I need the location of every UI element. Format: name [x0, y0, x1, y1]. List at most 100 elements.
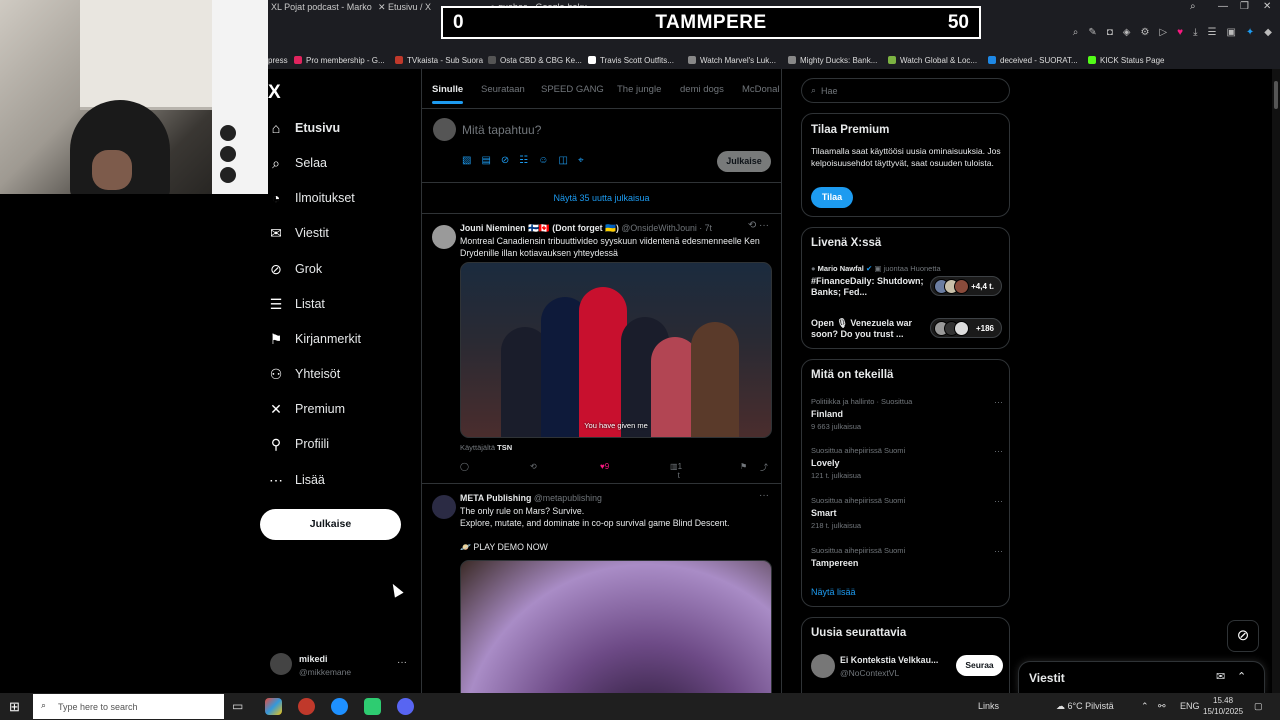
settings-icon[interactable]: ⚙ — [1140, 27, 1149, 38]
language-indicator[interactable]: ENG — [1180, 701, 1200, 711]
bookmark[interactable]: KICK Status Page — [1088, 56, 1164, 65]
composer-post-button[interactable]: Julkaise — [717, 151, 771, 172]
puzzle-icon[interactable]: ◆ — [1264, 27, 1272, 38]
x-logo-icon[interactable]: X — [268, 82, 281, 104]
follow-suggestion[interactable]: Ei Kontekstia Velkkau... @NoContextVL Se… — [811, 652, 1003, 682]
discord-icon[interactable] — [397, 698, 414, 715]
more-icon[interactable]: ··· — [397, 657, 407, 668]
composer-input[interactable]: Mitä tapahtuu? — [462, 123, 541, 137]
nav-profile[interactable]: ⚲ Profiili — [268, 431, 329, 457]
bookmark[interactable]: Mighty Ducks: Bank... — [788, 56, 877, 65]
trend-item[interactable]: Suosittua aihepiirissä Suomi Lovely 121 t.… — [811, 446, 1003, 480]
schedule-icon[interactable]: ◫ — [558, 155, 567, 166]
shield-icon[interactable]: ◈ — [1123, 27, 1131, 38]
bookmark[interactable]: Osta CBD & CBG Ke... — [488, 56, 582, 65]
tweet-image[interactable] — [460, 560, 772, 693]
close-icon[interactable]: ✕ — [1263, 1, 1271, 12]
tab-following[interactable]: Seurataan — [481, 84, 525, 95]
show-new-posts[interactable]: Näytä 35 uutta julkaisua — [422, 183, 781, 214]
avatar[interactable] — [811, 654, 835, 678]
bookmark-icon[interactable]: ⚑ — [740, 462, 747, 471]
tab-the-jungle[interactable]: The jungle — [617, 84, 661, 95]
live-space-row[interactable]: Open 🎙 Venezuela war soon? Do you trust … — [811, 318, 1006, 340]
subscribe-button[interactable]: Tilaa — [811, 187, 853, 208]
nav-bookmarks[interactable]: ⚑ Kirjanmerkit — [268, 326, 361, 352]
tweet-video[interactable]: You have given me — [460, 262, 772, 438]
views-button[interactable]: ▥ 1 t — [670, 462, 682, 480]
tweet[interactable]: Jouni Nieminen 🇫🇮🇨🇦 (Dont forget 🇺🇦) @On… — [422, 214, 781, 484]
bookmark[interactable]: Travis Scott Outfits... — [588, 56, 674, 65]
bookmark[interactable]: TVkaista - Sub Suora — [395, 56, 483, 65]
trend-item[interactable]: Suosittua aihepiirissä Suomi Smart 218 t. … — [811, 496, 1003, 530]
bookmark[interactable]: press — [268, 56, 288, 65]
play-icon[interactable]: ▷ — [1159, 27, 1167, 38]
trend-item[interactable]: Politiikka ja hallinto · Suosittua Finlan… — [811, 397, 1003, 431]
taskbar-search[interactable]: ⌕ Type here to search — [33, 694, 224, 719]
account-switcher[interactable]: mikedi @mikkemane ··· — [268, 651, 412, 681]
reply-icon[interactable]: ◯ — [460, 462, 469, 471]
bookmark[interactable]: Watch Marvel's Luk... — [688, 56, 776, 65]
bookmark[interactable]: deceived - SUORAT... — [988, 56, 1078, 65]
tab-demi-dogs[interactable]: demi dogs — [680, 84, 724, 95]
tweet[interactable]: META Publishing @metapublishing ··· The … — [422, 484, 781, 693]
nav-lists[interactable]: ☰ Listat — [268, 291, 325, 317]
extension-icons[interactable]: ⌕ ✎ ◘ ◈ ⚙ ▷ ♥ ⤓ ☰ ▣ ✦ ◆ — [1073, 27, 1272, 38]
edge-icon[interactable] — [331, 698, 348, 715]
gif-icon[interactable]: ▤ — [481, 155, 490, 166]
scrollbar-thumb[interactable] — [1274, 81, 1278, 109]
poll-icon[interactable]: ☷ — [519, 155, 528, 166]
search-input[interactable]: ⌕ Hae — [801, 78, 1010, 103]
system-clock[interactable]: 15.48 15/10/2025 — [1203, 695, 1243, 717]
nav-more[interactable]: ⋯ Lisää — [268, 467, 325, 493]
app-icon[interactable] — [364, 698, 381, 715]
edit-icon[interactable]: ✎ — [1088, 27, 1096, 38]
extension-icon[interactable]: ✦ — [1246, 27, 1254, 38]
avatar[interactable] — [432, 225, 456, 249]
chevron-up-icon[interactable]: ⌃ — [1141, 701, 1149, 712]
heart-icon[interactable]: ♥ — [1177, 27, 1183, 38]
like-button[interactable]: ♥ 9 — [600, 462, 609, 471]
browser-tab-active[interactable]: ✕ Etusivu / X — [378, 2, 431, 13]
restore-icon[interactable]: ❐ — [1240, 1, 1249, 12]
more-icon[interactable]: ··· — [759, 490, 769, 501]
tab-speed-gang[interactable]: SPEED GANG — [541, 84, 604, 95]
menu-icon[interactable]: ☰ — [1207, 27, 1216, 38]
wallet-icon[interactable]: ▣ — [1226, 27, 1235, 38]
app-icon[interactable] — [265, 698, 282, 715]
more-icon[interactable]: ··· — [994, 546, 1003, 556]
scrollbar[interactable] — [1272, 69, 1280, 693]
links-toolbar[interactable]: Links — [978, 701, 999, 711]
tab-for-you[interactable]: Sinulle — [432, 84, 464, 104]
more-icon[interactable]: ⟲ ··· — [748, 220, 769, 231]
nav-premium[interactable]: ✕ Premium — [268, 396, 345, 422]
grok-button[interactable]: ⊘ — [1227, 620, 1259, 652]
follow-button[interactable]: Seuraa — [956, 655, 1003, 676]
grok-icon[interactable]: ⊘ — [501, 155, 509, 166]
new-message-icon[interactable]: ✉ — [1216, 670, 1225, 683]
browser-search-icon[interactable]: ⌕ — [1190, 1, 1196, 12]
nav-explore[interactable]: ⌕ Selaa — [268, 150, 327, 176]
expand-icon[interactable]: ⌃ — [1237, 670, 1246, 683]
more-icon[interactable]: ··· — [994, 397, 1003, 407]
more-icon[interactable]: ··· — [994, 496, 1003, 506]
repost-icon[interactable]: ⟲ — [530, 462, 537, 471]
emoji-icon[interactable]: ☺ — [538, 155, 548, 166]
nav-messages[interactable]: ✉ Viestit — [268, 220, 329, 246]
more-icon[interactable]: ··· — [994, 446, 1003, 456]
image-icon[interactable]: ▧ — [462, 155, 471, 166]
trend-item[interactable]: Suosittua aihepiirissä Suomi Tampereen ··… — [811, 546, 1003, 568]
nav-grok[interactable]: ⊘ Grok — [268, 256, 322, 282]
network-icon[interactable]: ⚯ — [1158, 701, 1166, 712]
bookmark[interactable]: Pro membership - G... — [294, 56, 385, 65]
show-more-link[interactable]: Näytä lisää — [811, 587, 856, 597]
browser-tab[interactable]: XL Pojat podcast - Marko — [271, 2, 372, 12]
task-view-icon[interactable]: ▭ — [232, 699, 249, 716]
avatar[interactable] — [432, 495, 456, 519]
post-button[interactable]: Julkaise — [260, 509, 401, 540]
opera-icon[interactable] — [298, 698, 315, 715]
share-icon[interactable]: ⤴ — [760, 462, 768, 473]
nav-communities[interactable]: ⚇ Yhteisöt — [268, 361, 340, 387]
nav-home[interactable]: ⌂ Etusivu — [268, 115, 340, 141]
tab-mcdonal[interactable]: McDonal — [742, 84, 780, 95]
bookmark[interactable]: Watch Global & Loc... — [888, 56, 977, 65]
